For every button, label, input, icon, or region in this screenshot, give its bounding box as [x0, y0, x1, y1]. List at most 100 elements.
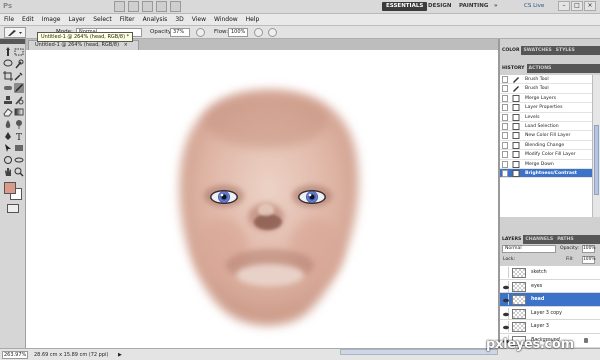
history-scrollbar[interactable] [592, 75, 600, 217]
history-item-selected[interactable]: Brightness/Contrast [500, 169, 592, 179]
quick-mask-icon[interactable] [7, 204, 19, 213]
bridge-icon[interactable] [114, 1, 125, 12]
history-item[interactable]: Load Selection [500, 122, 592, 132]
menu-edit[interactable]: Edit [22, 14, 34, 25]
minimize-button[interactable]: – [558, 1, 570, 11]
document-canvas[interactable] [26, 50, 498, 348]
layer-row[interactable]: Layer 3 [500, 320, 600, 334]
history-item[interactable]: Brush Tool [500, 84, 592, 94]
zoom-level-icon[interactable] [142, 1, 153, 12]
fill-field[interactable]: 100% [582, 256, 596, 264]
menu-file[interactable]: File [4, 14, 14, 25]
eye-icon [503, 326, 509, 330]
tab-swatches[interactable]: SWATCHES [521, 46, 553, 55]
history-item[interactable]: Merge Layers [500, 94, 592, 104]
workspace-design[interactable]: DESIGN [428, 2, 451, 11]
tab-styles[interactable]: STYLES [554, 46, 577, 55]
scalp-shading [204, 92, 328, 148]
layer-visibility-toggle[interactable] [501, 321, 509, 333]
menu-analysis[interactable]: Analysis [143, 14, 168, 25]
eraser-tool-icon[interactable] [3, 107, 13, 117]
tools-panel: T [0, 39, 26, 349]
history-item[interactable]: Brush Tool [500, 75, 592, 85]
workspace-essentials[interactable]: ESSENTIALS [382, 2, 428, 11]
menu-3d[interactable]: 3D [175, 14, 183, 25]
status-menu-arrow-icon[interactable]: ▶ [118, 351, 122, 359]
menu-image[interactable]: Image [42, 14, 61, 25]
dodge-tool-icon[interactable] [14, 119, 24, 129]
lasso-tool-icon[interactable] [3, 59, 13, 69]
foreground-color-swatch[interactable] [4, 182, 16, 194]
history-item[interactable]: Merge Down [500, 160, 592, 169]
menu-help[interactable]: Help [246, 14, 260, 25]
healing-brush-tool-icon[interactable] [3, 83, 13, 93]
pressure-opacity-icon[interactable] [196, 28, 205, 37]
eye-icon [503, 312, 509, 317]
close-document-icon[interactable]: × [124, 42, 128, 48]
workspace-painting[interactable]: PAINTING [459, 2, 488, 11]
hand-tool-icon[interactable] [3, 167, 13, 177]
rectangle-tool-icon[interactable] [14, 143, 24, 153]
menu-select[interactable]: Select [93, 14, 112, 25]
3d-orbit-tool-icon[interactable] [14, 155, 24, 165]
zoom-level-field[interactable]: 263.97% [2, 351, 28, 359]
zoom-tool-icon[interactable] [14, 167, 24, 177]
flow-field[interactable]: 100% [228, 28, 248, 37]
history-item[interactable]: Layer Properties [500, 103, 592, 113]
arrange-documents-icon[interactable] [170, 1, 181, 12]
move-tool-icon[interactable] [3, 47, 13, 57]
blur-tool-icon[interactable] [3, 119, 13, 129]
layer-row[interactable]: Layer 3 copy [500, 307, 600, 321]
history-brush-tool-icon[interactable] [14, 95, 24, 105]
gradient-tool-icon[interactable] [14, 107, 24, 117]
close-window-button[interactable]: × [584, 1, 596, 11]
tab-color[interactable]: COLOR [500, 46, 522, 55]
history-item[interactable]: New Color Fill Layer [500, 131, 592, 141]
marquee-tool-icon[interactable] [14, 47, 24, 57]
layer-row-selected[interactable]: head [500, 293, 600, 307]
blend-mode-select[interactable]: Normal [502, 245, 556, 253]
eyedropper-tool-icon[interactable] [14, 71, 24, 81]
menu-view[interactable]: View [192, 14, 206, 25]
cs-live-button[interactable]: CS Live [524, 2, 544, 11]
layer-visibility-toggle[interactable] [501, 267, 509, 278]
tools-panel-header[interactable] [0, 39, 25, 44]
pressure-size-icon[interactable] [268, 28, 277, 37]
document-tooltip: Untitled-1 @ 264% (head, RGB/8) * [37, 32, 134, 42]
type-tool-icon[interactable]: T [14, 131, 24, 143]
layer-visibility-toggle[interactable] [501, 294, 509, 306]
history-item[interactable]: Levels [500, 113, 592, 122]
3d-rotate-tool-icon[interactable] [3, 155, 13, 165]
tab-paths[interactable]: PATHS [555, 235, 575, 244]
layer-row[interactable]: sketch [500, 266, 600, 280]
tool-preset-picker[interactable] [4, 27, 26, 38]
opacity-field[interactable]: 37% [170, 28, 190, 37]
pen-tool-icon[interactable] [3, 131, 13, 141]
layer-visibility-toggle[interactable] [501, 307, 509, 319]
layer-visibility-toggle[interactable] [501, 280, 509, 292]
brush-tool-icon[interactable] [14, 83, 24, 93]
hand-view-icon[interactable] [156, 1, 167, 12]
crop-tool-icon[interactable] [3, 71, 13, 81]
menu-filter[interactable]: Filter [120, 14, 135, 25]
restore-button[interactable]: □ [571, 1, 583, 11]
history-item[interactable]: Modify Color Fill Layer [500, 150, 592, 160]
layer-row[interactable]: eyes [500, 280, 600, 294]
history-item[interactable]: Blending Change [500, 141, 592, 151]
airbrush-icon[interactable] [254, 28, 263, 37]
clone-stamp-tool-icon[interactable] [3, 95, 13, 105]
layer-opacity-field[interactable]: 100% [582, 245, 596, 253]
more-workspaces-button[interactable]: » [494, 2, 498, 11]
menu-window[interactable]: Window [214, 14, 238, 25]
canvas-horizontal-scrollbar[interactable] [340, 349, 498, 355]
history-scroll-thumb[interactable] [594, 125, 599, 195]
quick-selection-tool-icon[interactable] [14, 59, 24, 69]
path-selection-tool-icon[interactable] [3, 143, 13, 153]
menu-layer[interactable]: Layer [68, 14, 85, 25]
minibridge-icon[interactable] [128, 1, 139, 12]
tab-actions[interactable]: ACTIONS [527, 64, 554, 73]
tab-channels[interactable]: CHANNELS [523, 235, 555, 244]
tab-history[interactable]: HISTORY [500, 64, 527, 73]
photoshop-logo: Ps [3, 2, 13, 10]
tab-layers[interactable]: LAYERS [500, 235, 524, 244]
